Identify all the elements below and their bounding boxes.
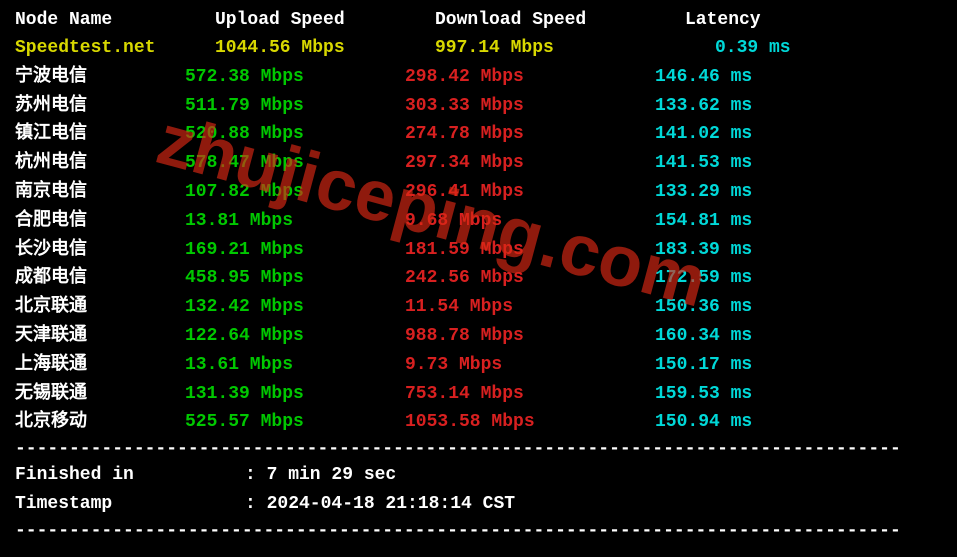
- download-speed-cell: 988.78 Mbps: [405, 322, 655, 351]
- node-name-cell: 成都电信: [15, 264, 185, 293]
- table-row: 成都电信458.95 Mbps242.56 Mbps172.59 ms: [15, 264, 942, 293]
- node-name-cell: 北京联通: [15, 293, 185, 322]
- latency-cell: 154.81 ms: [655, 207, 835, 236]
- table-row: 宁波电信572.38 Mbps298.42 Mbps146.46 ms: [15, 63, 942, 92]
- latency-cell: 150.36 ms: [655, 293, 835, 322]
- node-name-cell: 苏州电信: [15, 92, 185, 121]
- download-speed-cell: 303.33 Mbps: [405, 92, 655, 121]
- table-row: 镇江电信520.88 Mbps274.78 Mbps141.02 ms: [15, 120, 942, 149]
- download-speed-cell: 242.56 Mbps: [405, 264, 655, 293]
- node-name-cell: 上海联通: [15, 351, 185, 380]
- upload-speed-cell: 107.82 Mbps: [185, 178, 405, 207]
- download-speed-cell: 181.59 Mbps: [405, 236, 655, 265]
- timestamp-value: : 2024-04-18 21:18:14 CST: [245, 490, 515, 519]
- node-name-cell: 宁波电信: [15, 63, 185, 92]
- node-name-cell: 合肥电信: [15, 207, 185, 236]
- table-row: 长沙电信169.21 Mbps181.59 Mbps183.39 ms: [15, 236, 942, 265]
- latency-cell: 141.53 ms: [655, 149, 835, 178]
- finished-value: : 7 min 29 sec: [245, 461, 396, 490]
- upload-speed-cell: 511.79 Mbps: [185, 92, 405, 121]
- table-row: 合肥电信13.81 Mbps9.68 Mbps154.81 ms: [15, 207, 942, 236]
- latency-cell: 159.53 ms: [655, 380, 835, 409]
- divider-line-bottom: ----------------------------------------…: [15, 521, 942, 541]
- node-name-cell: 天津联通: [15, 322, 185, 351]
- table-row: 无锡联通131.39 Mbps753.14 Mbps159.53 ms: [15, 380, 942, 409]
- table-row: 苏州电信511.79 Mbps303.33 Mbps133.62 ms: [15, 92, 942, 121]
- finished-label: Finished in: [15, 461, 245, 490]
- upload-speed-cell: 1044.56 Mbps: [185, 34, 405, 63]
- table-row: 南京电信107.82 Mbps296.41 Mbps133.29 ms: [15, 178, 942, 207]
- table-header: Node Name Upload Speed Download Speed La…: [15, 10, 942, 30]
- download-speed-cell: 296.41 Mbps: [405, 178, 655, 207]
- footer-finished: Finished in : 7 min 29 sec: [15, 461, 942, 490]
- download-speed-cell: 753.14 Mbps: [405, 380, 655, 409]
- table-row: 天津联通122.64 Mbps988.78 Mbps160.34 ms: [15, 322, 942, 351]
- header-download: Download Speed: [435, 10, 685, 30]
- latency-cell: 150.17 ms: [655, 351, 835, 380]
- upload-speed-cell: 13.81 Mbps: [185, 207, 405, 236]
- download-speed-cell: 274.78 Mbps: [405, 120, 655, 149]
- download-speed-cell: 1053.58 Mbps: [405, 408, 655, 437]
- latency-cell: 150.94 ms: [655, 408, 835, 437]
- latency-cell: 146.46 ms: [655, 63, 835, 92]
- footer-timestamp: Timestamp : 2024-04-18 21:18:14 CST: [15, 490, 942, 519]
- table-row: 杭州电信578.47 Mbps297.34 Mbps141.53 ms: [15, 149, 942, 178]
- upload-speed-cell: 525.57 Mbps: [185, 408, 405, 437]
- upload-speed-cell: 578.47 Mbps: [185, 149, 405, 178]
- table-row: 北京联通132.42 Mbps11.54 Mbps150.36 ms: [15, 293, 942, 322]
- download-speed-cell: 997.14 Mbps: [405, 34, 655, 63]
- latency-cell: 0.39 ms: [655, 34, 835, 63]
- upload-speed-cell: 169.21 Mbps: [185, 236, 405, 265]
- timestamp-label: Timestamp: [15, 490, 245, 519]
- download-speed-cell: 11.54 Mbps: [405, 293, 655, 322]
- header-node: Node Name: [15, 10, 215, 30]
- upload-speed-cell: 13.61 Mbps: [185, 351, 405, 380]
- latency-cell: 133.62 ms: [655, 92, 835, 121]
- upload-speed-cell: 520.88 Mbps: [185, 120, 405, 149]
- node-name-cell: 北京移动: [15, 408, 185, 437]
- latency-cell: 183.39 ms: [655, 236, 835, 265]
- upload-speed-cell: 131.39 Mbps: [185, 380, 405, 409]
- latency-cell: 133.29 ms: [655, 178, 835, 207]
- upload-speed-cell: 572.38 Mbps: [185, 63, 405, 92]
- header-upload: Upload Speed: [215, 10, 435, 30]
- table-row: 北京移动525.57 Mbps1053.58 Mbps150.94 ms: [15, 408, 942, 437]
- table-row: Speedtest.net1044.56 Mbps997.14 Mbps0.39…: [15, 34, 942, 63]
- node-name-cell: 杭州电信: [15, 149, 185, 178]
- node-name-cell: 无锡联通: [15, 380, 185, 409]
- divider-line: ----------------------------------------…: [15, 439, 942, 459]
- download-speed-cell: 9.68 Mbps: [405, 207, 655, 236]
- download-speed-cell: 298.42 Mbps: [405, 63, 655, 92]
- upload-speed-cell: 132.42 Mbps: [185, 293, 405, 322]
- upload-speed-cell: 458.95 Mbps: [185, 264, 405, 293]
- table-row: 上海联通13.61 Mbps9.73 Mbps150.17 ms: [15, 351, 942, 380]
- latency-cell: 160.34 ms: [655, 322, 835, 351]
- node-name-cell: Speedtest.net: [15, 34, 185, 63]
- node-name-cell: 镇江电信: [15, 120, 185, 149]
- download-speed-cell: 9.73 Mbps: [405, 351, 655, 380]
- table-body: Speedtest.net1044.56 Mbps997.14 Mbps0.39…: [15, 34, 942, 437]
- latency-cell: 141.02 ms: [655, 120, 835, 149]
- node-name-cell: 南京电信: [15, 178, 185, 207]
- latency-cell: 172.59 ms: [655, 264, 835, 293]
- download-speed-cell: 297.34 Mbps: [405, 149, 655, 178]
- node-name-cell: 长沙电信: [15, 236, 185, 265]
- upload-speed-cell: 122.64 Mbps: [185, 322, 405, 351]
- header-latency: Latency: [685, 10, 865, 30]
